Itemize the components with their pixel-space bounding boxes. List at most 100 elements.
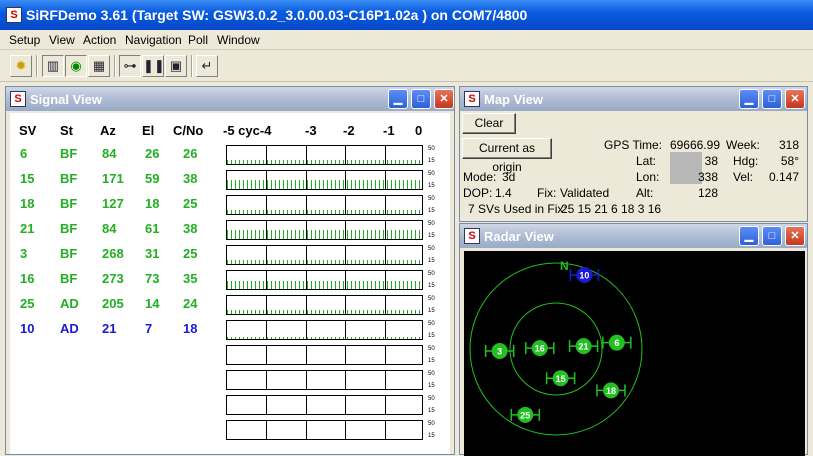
scale-top: 50 (428, 171, 435, 177)
toolbar: ✹ ▥ ◉ ▦ ⊶ ❚❚ ▣ ↵ (0, 50, 813, 82)
cell-cno: 38 (183, 171, 198, 186)
signal-level (227, 310, 422, 314)
cell-cno: 24 (183, 296, 198, 311)
cell-cno: 18 (183, 321, 198, 336)
grid-icon[interactable]: ▦ (88, 55, 110, 77)
signal-bar (226, 320, 423, 340)
bar-scale: 50 15 (428, 146, 435, 165)
map-view-window: S Map View ▁ □ ✕ Clear Current as origin… (459, 86, 808, 222)
hdg-value: 58° (780, 154, 799, 168)
signal-chart-icon[interactable]: ▥ (42, 55, 64, 77)
app-icon: S (6, 7, 22, 23)
scale-bottom: 15 (428, 208, 435, 214)
satellite-id: 21 (579, 342, 589, 352)
bar-divider (384, 346, 386, 364)
save-icon[interactable]: ▣ (165, 55, 187, 77)
menu-window[interactable]: Window (217, 33, 260, 47)
header-st: St (60, 123, 73, 138)
signal-bar (226, 245, 423, 265)
cell-az: 21 (102, 321, 117, 336)
header-el: El (142, 123, 155, 138)
scale-bottom: 15 (428, 258, 435, 264)
map-view-content: Clear Current as origin GPS Time: 69666.… (460, 111, 807, 221)
maximize-button[interactable]: □ (762, 89, 782, 109)
cell-az: 171 (102, 171, 124, 186)
scale-bottom: 15 (428, 308, 435, 314)
minimize-button[interactable]: ▁ (388, 89, 408, 109)
cell-cno: 25 (183, 196, 198, 211)
signal-view-title: Signal View (30, 92, 103, 107)
signal-view-content: SV St Az El C/No -5 cyc-4 -3 -2 -1 0 6 BF… (10, 113, 450, 454)
gps-time-value: 69666.99 (669, 138, 720, 152)
satellite-18: 18 (596, 382, 626, 399)
cell-sv: 6 (20, 146, 28, 161)
clear-button[interactable]: Clear (462, 113, 516, 134)
header-az: Az (100, 123, 116, 138)
app-title: SiRFDemo 3.61 (Target SW: GSW3.0.2_3.0.0… (26, 7, 528, 23)
scale-label: -2 (343, 123, 355, 138)
satellite-25: 25 (510, 406, 541, 423)
scale-bottom: 15 (428, 383, 435, 389)
scale-bottom: 15 (428, 183, 435, 189)
connect-icon[interactable]: ⊶ (119, 55, 141, 77)
menu-navigation[interactable]: Navigation (125, 33, 182, 47)
radar-view-window: S Radar View ▁ □ ✕ N 10 6 21 16 3 15 18 25 (459, 223, 808, 456)
cell-st: BF (60, 221, 78, 236)
bar-scale: 50 15 (428, 221, 435, 240)
week-value: 318 (778, 138, 799, 152)
sun-icon[interactable]: ✹ (10, 55, 32, 77)
minimize-button[interactable]: ▁ (739, 226, 759, 246)
cell-az: 84 (102, 146, 117, 161)
scale-top: 50 (428, 421, 435, 427)
scale-label: -5 cyc-4 (223, 123, 272, 138)
bar-divider (305, 421, 307, 439)
menu-action[interactable]: Action (83, 33, 116, 47)
satellite-16: 16 (525, 340, 555, 357)
cell-cno: 25 (183, 246, 198, 261)
toolbar-separator (36, 55, 38, 77)
cell-az: 205 (102, 296, 124, 311)
signal-level (227, 180, 422, 189)
scale-top: 50 (428, 146, 435, 152)
pause-icon[interactable]: ❚❚ (142, 55, 165, 77)
satellite-group: 10 6 21 16 3 15 18 25 (484, 266, 632, 423)
bar-scale: 50 15 (428, 271, 435, 290)
mode-label: Mode: (463, 170, 497, 184)
bar-scale: 50 15 (428, 421, 435, 440)
scale-top: 50 (428, 271, 435, 277)
vel-label: Vel: (733, 170, 754, 184)
close-button[interactable]: ✕ (785, 89, 805, 109)
cell-el: 26 (145, 146, 160, 161)
lon-value: 338 (697, 170, 718, 184)
scale-top: 50 (428, 246, 435, 252)
satellite-3: 3 (484, 342, 515, 359)
menu-view[interactable]: View (49, 33, 75, 47)
menu-setup[interactable]: Setup (9, 33, 40, 47)
close-button[interactable]: ✕ (785, 226, 805, 246)
bar-scale: 50 15 (428, 171, 435, 190)
scale-bottom: 15 (428, 283, 435, 289)
return-icon[interactable]: ↵ (196, 55, 218, 77)
bar-divider (384, 421, 386, 439)
lon-label: Lon: (636, 170, 660, 184)
maximize-button[interactable]: □ (411, 89, 431, 109)
bar-divider (266, 396, 268, 414)
signal-bar (226, 145, 423, 165)
signal-bar (226, 270, 423, 290)
cell-cno: 38 (183, 221, 198, 236)
satellite-id: 18 (606, 386, 616, 396)
maximize-button[interactable]: □ (762, 226, 782, 246)
cell-el: 73 (145, 271, 160, 286)
current-as-origin-button[interactable]: Current as origin (462, 138, 552, 174)
menu-poll[interactable]: Poll (188, 33, 208, 47)
radar-view-title-bar: S Radar View ▁ □ ✕ (460, 224, 807, 248)
radar-icon[interactable]: ◉ (65, 55, 87, 77)
bar-divider (384, 396, 386, 414)
close-button[interactable]: ✕ (434, 89, 454, 109)
toolbar-separator (191, 55, 193, 77)
cell-az: 84 (102, 221, 117, 236)
cell-sv: 16 (20, 271, 35, 286)
minimize-button[interactable]: ▁ (739, 89, 759, 109)
cell-sv: 25 (20, 296, 35, 311)
signal-view-window: S Signal View ▁ □ ✕ SV St Az El C/No -5 … (5, 86, 455, 455)
